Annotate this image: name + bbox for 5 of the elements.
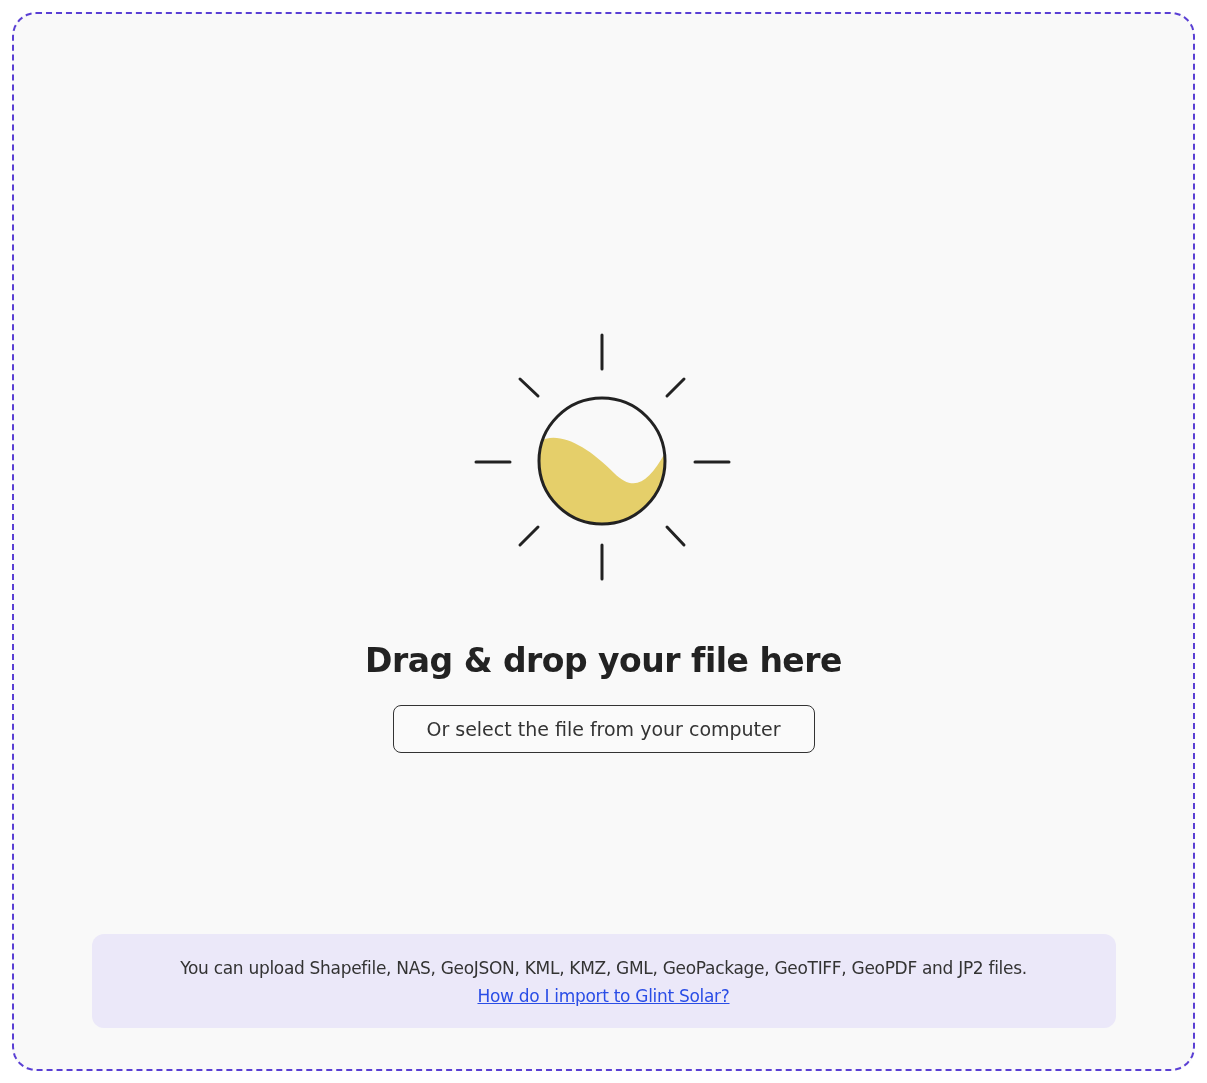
help-link[interactable]: How do I import to Glint Solar? [477, 982, 730, 1010]
select-file-button[interactable]: Or select the file from your computer [392, 705, 815, 753]
drop-title: Drag & drop your file here [365, 640, 842, 682]
drop-zone[interactable]: Drag & drop your file here Or select the file from your computer You can upload Shapefile, NAS, GeoJSON, KML, KMZ, GML, GeoPackage, GeoTIFF, GeoPDF and JP2 files. How do I import to Glint Solar? [12, 12, 1195, 1071]
formats-text: You can upload Shapefile, NAS, GeoJSON, KML, KMZ, GML, GeoPackage, GeoTIFF, GeoPDF and JP2 files. [180, 957, 1027, 980]
